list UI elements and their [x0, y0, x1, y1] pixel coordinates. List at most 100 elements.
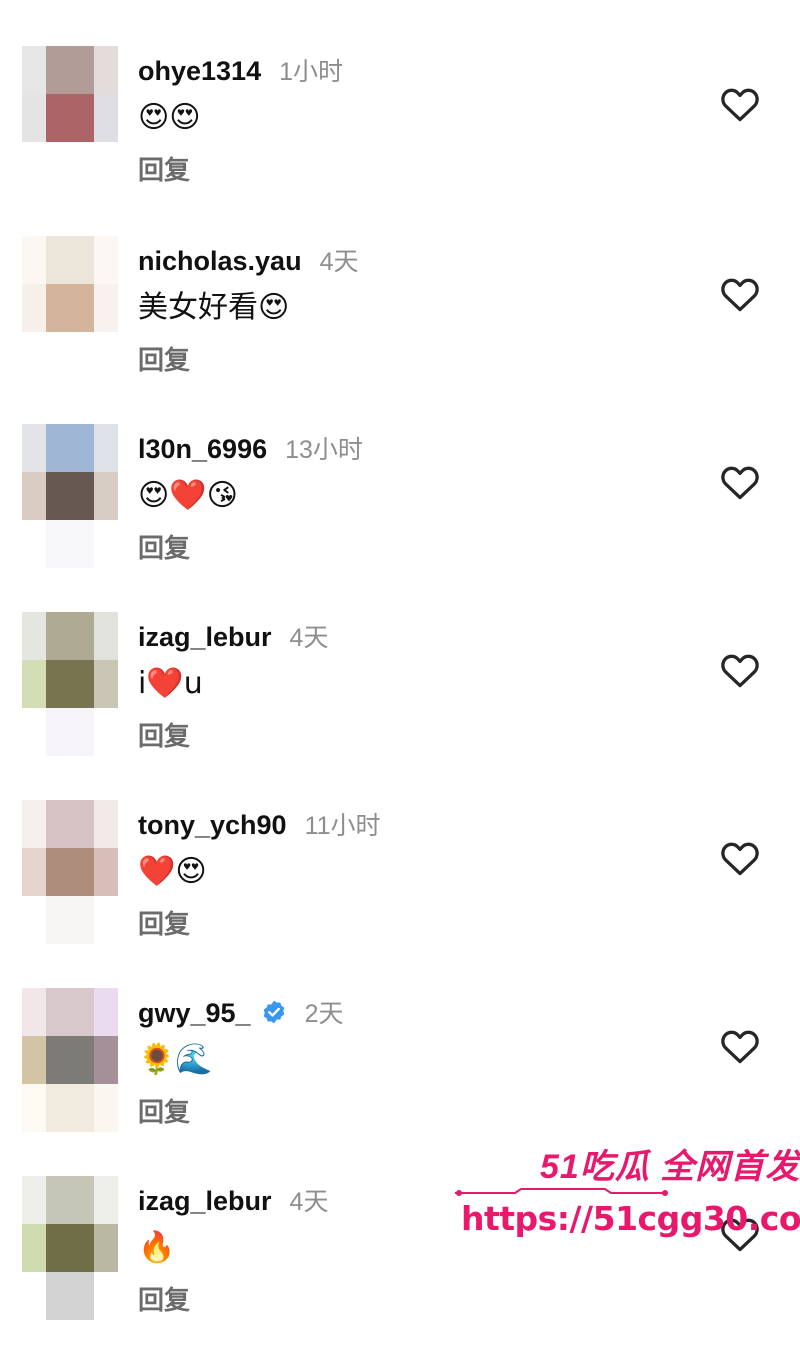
- reply-button[interactable]: 回复: [138, 1092, 190, 1129]
- avatar[interactable]: [22, 988, 118, 1132]
- heart-outline-icon[interactable]: [718, 1024, 762, 1068]
- watermark: 51吃瓜 全网首发 https://51cgg30.com: [455, 1135, 800, 1245]
- avatar-pixel: [22, 1084, 46, 1132]
- comment-meta: gwy_95_ 2天: [138, 994, 343, 1030]
- avatar-pixel: [94, 612, 118, 660]
- avatar-pixel: [94, 520, 118, 568]
- reply-button[interactable]: 回复: [138, 904, 190, 941]
- avatar-pixel: [94, 1224, 118, 1272]
- avatar-pixel: [46, 332, 94, 380]
- reply-button[interactable]: 回复: [138, 528, 190, 565]
- avatar[interactable]: [22, 46, 118, 190]
- avatar-pixel: [46, 46, 94, 94]
- reply-button[interactable]: 回复: [138, 1280, 190, 1317]
- avatar-pixel: [46, 1084, 94, 1132]
- comment-item: l30n_6996 13小时 😍❤️😘 回复: [0, 424, 800, 614]
- heart-outline-icon[interactable]: [718, 836, 762, 880]
- avatar[interactable]: [22, 424, 118, 568]
- comment-text: 😍❤️😘: [138, 478, 238, 513]
- avatar-pixel: [94, 660, 118, 708]
- avatar-pixel: [46, 1176, 94, 1224]
- comment-meta: nicholas.yau 4天: [138, 242, 358, 278]
- username[interactable]: gwy_95_: [138, 998, 251, 1029]
- avatar-pixel: [22, 848, 46, 896]
- verified-badge-icon: [263, 1000, 284, 1024]
- avatar-pixel: [94, 988, 118, 1036]
- comment-item: ohye1314 1小时 😍😍 回复: [0, 46, 800, 236]
- avatar-pixel: [22, 708, 46, 756]
- watermark-brand: 51吃瓜 全网首发: [540, 1148, 800, 1186]
- username[interactable]: ohye1314: [138, 56, 261, 87]
- reply-button[interactable]: 回复: [138, 340, 190, 377]
- comment-text: 美女好看😍: [138, 290, 290, 325]
- avatar-pixel: [22, 46, 46, 94]
- comment-meta: izag_lebur 4天: [138, 618, 328, 654]
- avatar-pixel: [46, 284, 94, 332]
- username[interactable]: tony_ych90: [138, 810, 287, 841]
- avatar-pixel: [94, 46, 118, 94]
- username[interactable]: l30n_6996: [138, 434, 267, 465]
- avatar-pixel: [22, 800, 46, 848]
- reply-button[interactable]: 回复: [138, 150, 190, 187]
- avatar-pixel: [22, 94, 46, 142]
- avatar-pixel: [22, 332, 46, 380]
- avatar-pixel: [46, 424, 94, 472]
- comment-meta: tony_ych90 11小时: [138, 806, 381, 842]
- username[interactable]: izag_lebur: [138, 1186, 272, 1217]
- avatar[interactable]: [22, 1176, 118, 1320]
- avatar-pixel: [94, 1176, 118, 1224]
- avatar-pixel: [22, 236, 46, 284]
- avatar[interactable]: [22, 800, 118, 944]
- avatar-pixel: [94, 424, 118, 472]
- avatar[interactable]: [22, 612, 118, 756]
- username[interactable]: izag_lebur: [138, 622, 272, 653]
- comment-meta: l30n_6996 13小时: [138, 430, 363, 466]
- avatar-pixel: [46, 612, 94, 660]
- comment-item: izag_lebur 4天 i❤️u 回复: [0, 612, 800, 802]
- comment-item: tony_ych90 11小时 ❤️😍 回复: [0, 800, 800, 990]
- avatar-pixel: [22, 284, 46, 332]
- comment-text: ❤️😍: [138, 854, 207, 889]
- avatar-pixel: [46, 660, 94, 708]
- avatar-pixel: [46, 472, 94, 520]
- comment-meta: ohye1314 1小时: [138, 52, 343, 88]
- reply-button[interactable]: 回复: [138, 716, 190, 753]
- comment-time: 13小时: [285, 436, 363, 464]
- username[interactable]: nicholas.yau: [138, 246, 302, 277]
- comment-time: 1小时: [279, 58, 343, 86]
- comment-text: 🔥: [138, 1230, 176, 1265]
- avatar-pixel: [46, 800, 94, 848]
- avatar-pixel: [46, 1224, 94, 1272]
- comment-time: 11小时: [304, 812, 381, 840]
- heart-outline-icon[interactable]: [718, 82, 762, 126]
- comment-time: 2天: [304, 1000, 344, 1028]
- avatar-pixel: [94, 472, 118, 520]
- avatar-pixel: [94, 1036, 118, 1084]
- comment-time: 4天: [319, 248, 359, 276]
- avatar-pixel: [94, 236, 118, 284]
- avatar[interactable]: [22, 236, 118, 380]
- avatar-pixel: [94, 94, 118, 142]
- avatar-pixel: [46, 1036, 94, 1084]
- avatar-pixel: [46, 236, 94, 284]
- circuit-line-decoration: [455, 1188, 668, 1196]
- avatar-pixel: [22, 1272, 46, 1320]
- avatar-pixel: [94, 284, 118, 332]
- comment-time: 4天: [289, 624, 329, 652]
- avatar-pixel: [22, 1224, 46, 1272]
- heart-outline-icon[interactable]: [718, 272, 762, 316]
- comment-text: i❤️u: [138, 666, 203, 701]
- heart-outline-icon[interactable]: [718, 460, 762, 504]
- avatar-pixel: [94, 1084, 118, 1132]
- avatar-pixel: [46, 988, 94, 1036]
- avatar-pixel: [46, 520, 94, 568]
- comment-meta: izag_lebur 4天: [138, 1182, 328, 1218]
- avatar-pixel: [22, 472, 46, 520]
- comment-text: 😍😍: [138, 100, 201, 135]
- watermark-url: https://51cgg30.com: [461, 1199, 800, 1238]
- avatar-pixel: [94, 142, 118, 190]
- comment-text: 🌻🌊: [138, 1042, 213, 1077]
- heart-outline-icon[interactable]: [718, 648, 762, 692]
- avatar-pixel: [22, 424, 46, 472]
- avatar-pixel: [22, 896, 46, 944]
